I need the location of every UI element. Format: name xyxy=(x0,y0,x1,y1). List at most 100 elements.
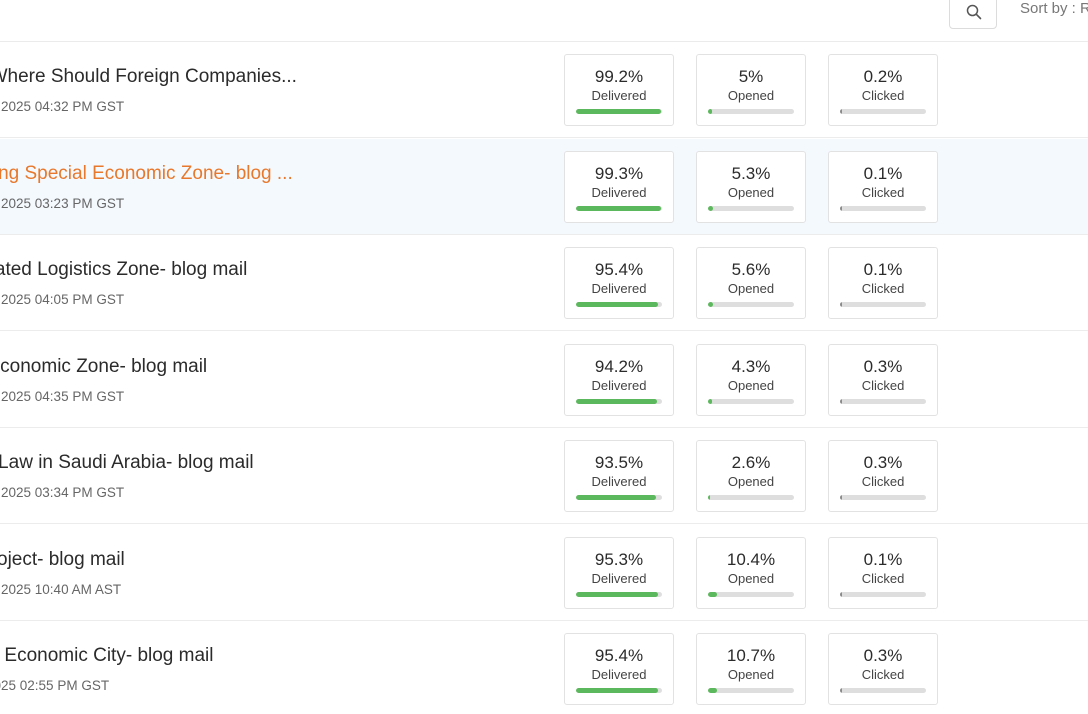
delivered-progress-fill xyxy=(576,398,657,404)
sort-by-dropdown[interactable]: Sort by : R xyxy=(1020,0,1088,17)
clicked-label: Clicked xyxy=(861,377,905,393)
campaign-row: grated Logistics Zone- blog mail 1, 2025… xyxy=(0,235,1088,331)
clicked-stat[interactable]: 0.1% Clicked xyxy=(828,536,938,609)
clicked-progress-bar xyxy=(840,688,926,693)
opened-progress-bar xyxy=(708,109,794,114)
campaign-title[interactable]: Project- blog mail xyxy=(0,549,125,571)
clicked-progress-fill xyxy=(840,109,842,114)
clicked-progress-fill xyxy=(840,205,842,211)
delivered-progress-fill xyxy=(576,109,662,114)
delivered-label: Delivered xyxy=(591,474,647,489)
campaign-date: 5, 2025 03:23 PM GST xyxy=(0,195,125,211)
opened-percent: 10.4% xyxy=(726,549,776,569)
opened-progress-bar xyxy=(708,398,794,404)
delivered-progress-fill xyxy=(576,688,659,693)
clicked-label: Clicked xyxy=(861,184,905,200)
clicked-stat[interactable]: 0.3% Clicked xyxy=(828,633,938,705)
opened-progress-fill xyxy=(708,205,713,211)
opened-label: Opened xyxy=(727,474,775,489)
campaign-title[interactable]: - Where Should Foreign Companies... xyxy=(0,66,297,88)
opened-stat[interactable]: 5.3% Opened xyxy=(696,150,806,223)
delivered-progress-bar xyxy=(576,205,662,211)
opened-label: Opened xyxy=(727,570,775,586)
list-toolbar: Sort by : R xyxy=(0,0,1088,42)
delivered-label: Delivered xyxy=(591,88,647,103)
opened-progress-fill xyxy=(708,495,711,500)
campaign-date: 9, 2025 03:34 PM GST xyxy=(0,485,125,500)
campaign-row: Project- blog mail 1, 2025 10:40 AM AST … xyxy=(0,525,1088,621)
delivered-percent: 94.2% xyxy=(594,356,644,376)
campaign-list-page: Sort by : R - Where Should Foreign Compa… xyxy=(0,0,1088,714)
clicked-stat[interactable]: 0.1% Clicked xyxy=(828,247,938,319)
opened-percent: 10.7% xyxy=(726,646,776,665)
clicked-label: Clicked xyxy=(861,474,905,489)
delivered-progress-bar xyxy=(576,495,662,500)
clicked-percent: 0.1% xyxy=(863,260,903,279)
opened-label: Opened xyxy=(727,184,775,200)
clicked-progress-bar xyxy=(840,302,926,307)
delivered-label: Delivered xyxy=(591,281,647,296)
opened-percent: 5% xyxy=(738,67,764,86)
delivered-progress-fill xyxy=(576,591,658,597)
clicked-progress-bar xyxy=(840,591,926,597)
opened-stat[interactable]: 4.3% Opened xyxy=(696,343,806,416)
opened-stat[interactable]: 2.6% Opened xyxy=(696,440,806,512)
opened-progress-fill xyxy=(708,591,717,597)
delivered-percent: 99.3% xyxy=(594,163,644,183)
delivered-stat[interactable]: 99.2% Delivered xyxy=(564,54,674,126)
clicked-progress-fill xyxy=(840,591,842,597)
campaign-row: uting Special Economic Zone- blog ... 5,… xyxy=(0,138,1088,235)
clicked-stat[interactable]: 0.3% Clicked xyxy=(828,440,938,512)
clicked-percent: 0.3% xyxy=(863,646,903,665)
opened-progress-fill xyxy=(708,302,713,307)
campaign-title[interactable]: ty Law in Saudi Arabia- blog mail xyxy=(0,452,254,474)
opened-label: Opened xyxy=(727,377,775,393)
delivered-label: Delivered xyxy=(591,377,647,393)
clicked-stat[interactable]: 0.2% Clicked xyxy=(828,54,938,126)
clicked-stat[interactable]: 0.3% Clicked xyxy=(828,343,938,416)
campaign-row: l Economic Zone- blog mail 0, 2025 04:35… xyxy=(0,332,1088,428)
delivered-stat[interactable]: 93.5% Delivered xyxy=(564,440,674,512)
campaign-row: ty Law in Saudi Arabia- blog mail 9, 202… xyxy=(0,428,1088,524)
delivered-stat[interactable]: 99.3% Delivered xyxy=(564,150,674,223)
opened-percent: 2.6% xyxy=(731,453,771,472)
delivered-progress-fill xyxy=(576,302,659,307)
opened-label: Opened xyxy=(727,281,775,296)
opened-stat[interactable]: 5.6% Opened xyxy=(696,247,806,319)
campaign-title[interactable]: grated Logistics Zone- blog mail xyxy=(0,259,247,281)
clicked-progress-fill xyxy=(840,495,842,500)
campaign-date: 1, 2025 04:05 PM GST xyxy=(0,292,125,307)
delivered-stat[interactable]: 95.4% Delivered xyxy=(564,247,674,319)
clicked-progress-bar xyxy=(840,398,926,404)
clicked-label: Clicked xyxy=(861,88,905,103)
clicked-progress-bar xyxy=(840,205,926,211)
clicked-progress-fill xyxy=(840,302,842,307)
clicked-label: Clicked xyxy=(861,667,905,682)
opened-percent: 5.6% xyxy=(731,260,771,279)
opened-stat[interactable]: 10.7% Opened xyxy=(696,633,806,705)
delivered-label: Delivered xyxy=(591,570,647,586)
search-button[interactable] xyxy=(949,0,997,29)
campaign-title[interactable]: ah Economic City- blog mail xyxy=(0,645,213,667)
opened-stat[interactable]: 10.4% Opened xyxy=(696,536,806,609)
delivered-percent: 95.4% xyxy=(594,260,644,279)
delivered-label: Delivered xyxy=(591,667,647,682)
opened-progress-bar xyxy=(708,302,794,307)
campaign-date: 0, 2025 04:35 PM GST xyxy=(0,388,125,404)
campaign-title[interactable]: uting Special Economic Zone- blog ... xyxy=(0,163,293,185)
opened-stat[interactable]: 5% Opened xyxy=(696,54,806,126)
opened-progress-bar xyxy=(708,591,794,597)
delivered-percent: 93.5% xyxy=(594,453,644,472)
delivered-progress-fill xyxy=(576,495,657,500)
opened-percent: 5.3% xyxy=(731,163,771,183)
delivered-stat[interactable]: 95.4% Delivered xyxy=(564,633,674,705)
clicked-stat[interactable]: 0.1% Clicked xyxy=(828,150,938,223)
clicked-progress-bar xyxy=(840,109,926,114)
opened-label: Opened xyxy=(727,667,775,682)
opened-progress-bar xyxy=(708,495,794,500)
delivered-progress-bar xyxy=(576,688,662,693)
delivered-stat[interactable]: 95.3% Delivered xyxy=(564,536,674,609)
campaign-date: 1, 2025 10:40 AM AST xyxy=(0,581,122,597)
campaign-title[interactable]: l Economic Zone- blog mail xyxy=(0,356,207,378)
delivered-stat[interactable]: 94.2% Delivered xyxy=(564,343,674,416)
